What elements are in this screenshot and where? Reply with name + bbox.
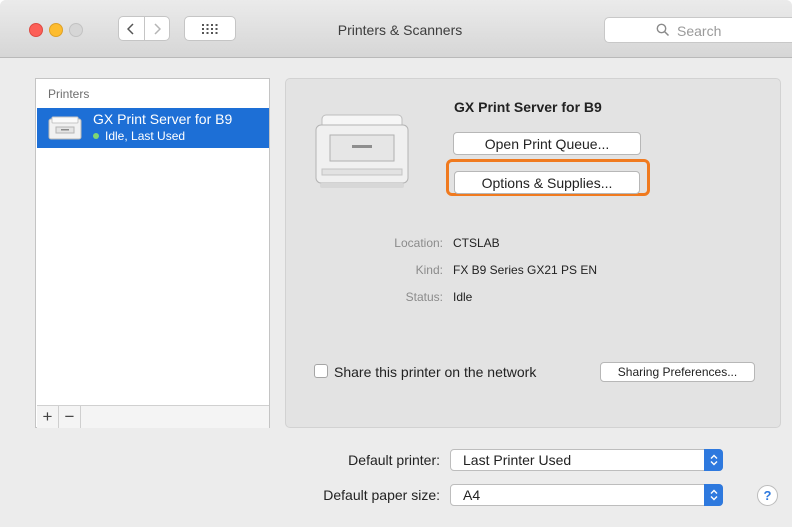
navigation-buttons	[118, 16, 170, 41]
default-printer-select[interactable]: Last Printer Used	[450, 449, 723, 471]
kind-label: Kind:	[415, 263, 443, 277]
printer-image-icon	[315, 114, 409, 188]
printer-status-text: Idle, Last Used	[105, 129, 186, 143]
open-print-queue-button[interactable]: Open Print Queue...	[453, 132, 641, 155]
remove-printer-button[interactable]: −	[59, 406, 81, 428]
list-footer: + −	[37, 405, 269, 428]
search-placeholder: Search	[677, 23, 722, 39]
window-title: Printers & Scanners	[337, 22, 463, 38]
paper-size-value: A4	[463, 487, 481, 503]
printer-status-line: Idle, Last Used	[93, 129, 185, 143]
printer-list-header: Printers	[48, 87, 90, 101]
forward-button[interactable]	[145, 17, 170, 40]
default-printer-value: Last Printer Used	[463, 452, 572, 468]
kind-value: FX B9 Series GX21 PS EN	[453, 263, 598, 277]
minimize-window-button[interactable]	[49, 23, 63, 37]
paper-size-label: Default paper size:	[323, 487, 440, 503]
printer-detail-panel: GX Print Server for B9 Open Print Queue.…	[285, 78, 781, 428]
back-button[interactable]	[119, 17, 145, 40]
grid-icon	[202, 23, 218, 34]
show-all-button[interactable]	[184, 16, 236, 41]
help-button[interactable]: ?	[757, 485, 778, 506]
sharing-preferences-button[interactable]: Sharing Preferences...	[600, 362, 755, 382]
options-supplies-button[interactable]: Options & Supplies...	[454, 171, 640, 194]
search-field[interactable]: Search	[604, 17, 792, 43]
add-printer-button[interactable]: +	[37, 406, 59, 428]
printer-list: Printers GX Print Server for B9 Idle, La…	[35, 78, 270, 428]
popup-arrows-icon	[704, 449, 723, 471]
location-value: CTSLAB	[453, 236, 500, 250]
printer-name: GX Print Server for B9	[93, 111, 233, 127]
status-label: Status:	[405, 290, 443, 304]
share-printer-label[interactable]: Share this printer on the network	[334, 364, 536, 380]
status-dot-icon	[93, 132, 99, 139]
chevron-right-icon	[154, 22, 161, 35]
printers-scanners-window: Printers & Scanners Search Printers GX P…	[0, 0, 792, 527]
share-printer-checkbox[interactable]	[314, 364, 328, 378]
location-label: Location:	[394, 236, 443, 250]
printer-list-item[interactable]: GX Print Server for B9 Idle, Last Used	[37, 108, 269, 148]
chevron-left-icon	[127, 22, 134, 35]
status-value: Idle	[453, 290, 473, 304]
printer-icon	[48, 116, 82, 140]
popup-arrows-icon	[704, 484, 723, 506]
default-printer-label: Default printer:	[348, 452, 440, 468]
search-icon	[656, 23, 670, 37]
printer-title: GX Print Server for B9	[454, 99, 602, 115]
paper-size-select[interactable]: A4	[450, 484, 723, 506]
zoom-window-button[interactable]	[69, 23, 83, 37]
title-bar: Printers & Scanners Search	[0, 0, 792, 58]
close-window-button[interactable]	[29, 23, 43, 37]
